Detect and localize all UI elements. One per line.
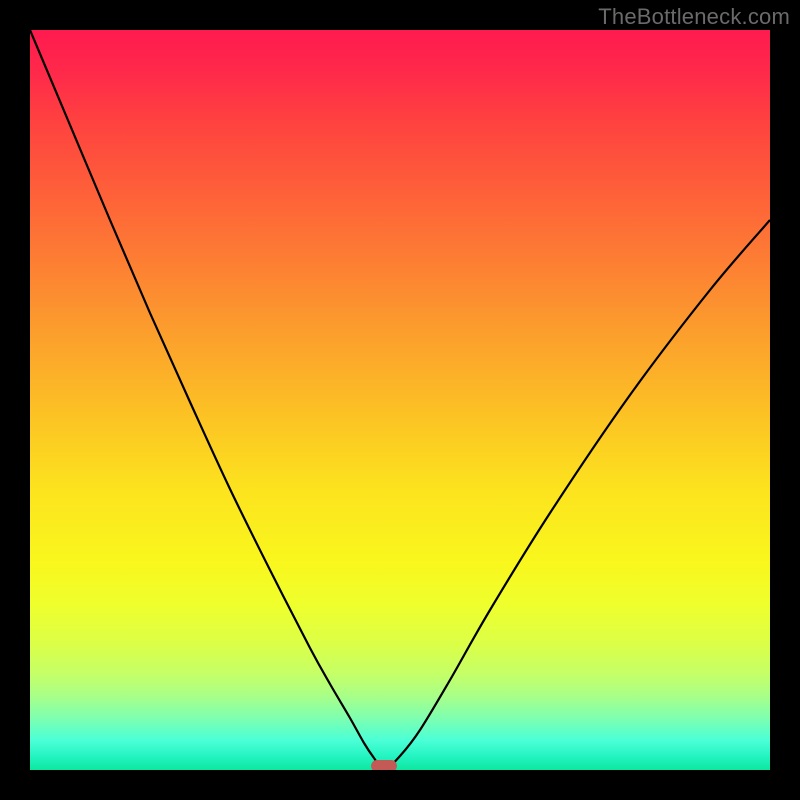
minimum-marker: [371, 760, 397, 770]
curve-svg: [30, 30, 770, 770]
plot-area: [30, 30, 770, 770]
watermark-text: TheBottleneck.com: [598, 4, 790, 30]
bottleneck-curve: [30, 30, 770, 770]
chart-frame: TheBottleneck.com: [0, 0, 800, 800]
